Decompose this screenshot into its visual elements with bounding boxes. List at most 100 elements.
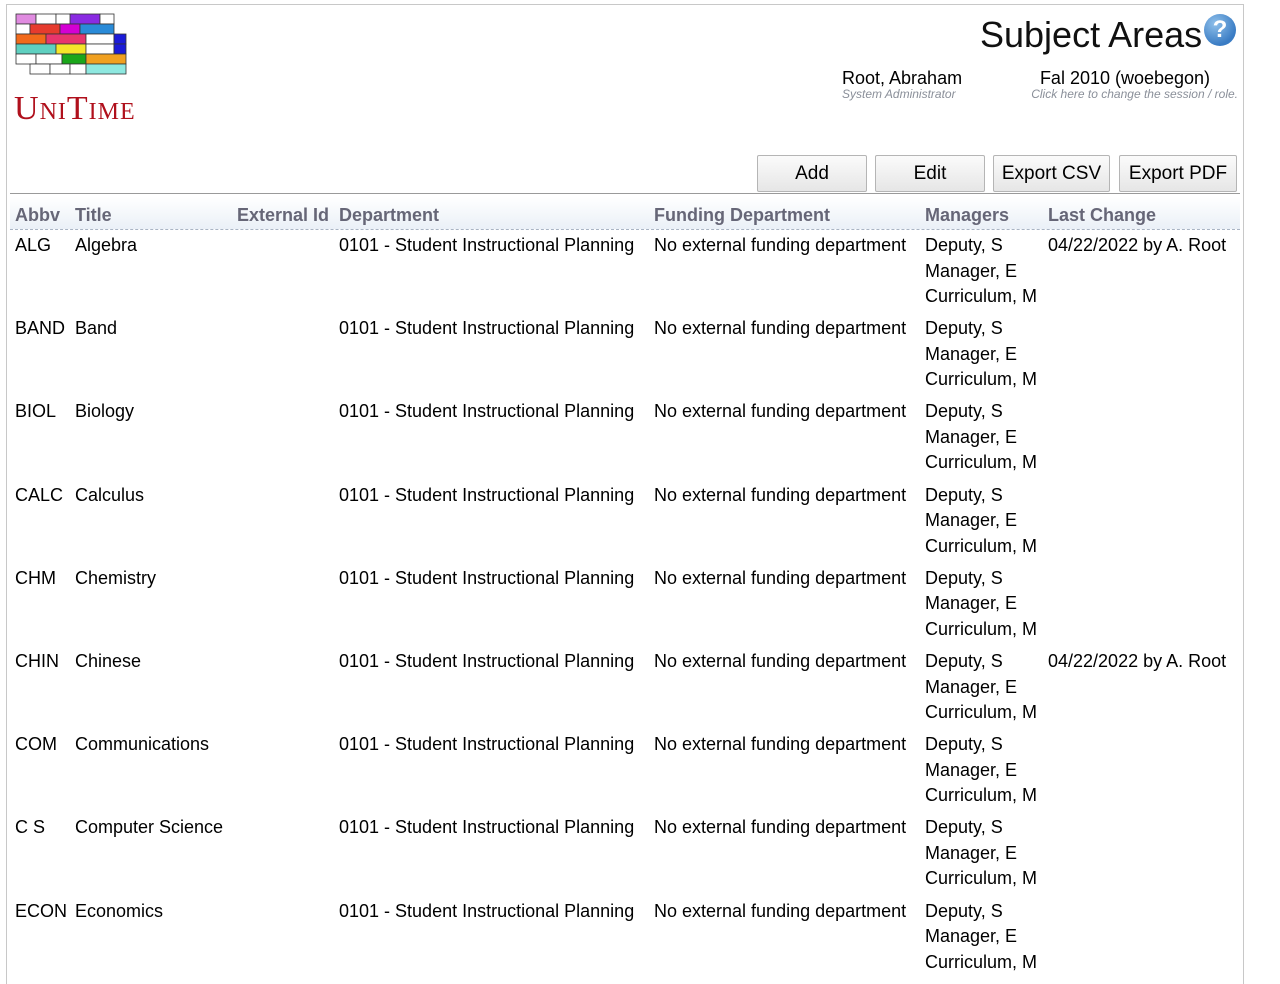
manager-name: Deputy, S [925,734,1003,755]
session-info[interactable]: Fal 2010 (woebegon) Click here to change… [1012,68,1238,101]
cell-department: 0101 - Student Instructional Planning [339,401,635,422]
cell-abbv: COM [15,734,57,755]
cell-department: 0101 - Student Instructional Planning [339,484,635,505]
cell-funding-department: No external funding department [654,734,907,755]
manager-name: Manager, E [925,676,1018,697]
manager-name: Manager, E [925,926,1018,947]
cell-managers: Deputy, S Manager, E Curriculum, M [925,899,1037,976]
cell-managers: Deputy, S Manager, E Curriculum, M [925,649,1037,726]
table-row[interactable]: COM Communications 0101 - Student Instruct… [0,734,1280,817]
manager-name: Deputy, S [925,401,1003,422]
table-row[interactable]: BAND Band 0101 - Student Instructional Pla… [0,318,1280,401]
cell-funding-department: No external funding department [654,484,907,505]
column-header-abbv[interactable]: Abbv [15,205,60,226]
manager-name: Curriculum, M [925,535,1038,556]
user-role: System Administrator [842,87,956,101]
logo-text: UNITIME [14,90,136,127]
cell-managers: Deputy, S Manager, E Curriculum, M [925,566,1037,643]
cell-title: Chemistry [75,567,157,588]
cell-managers: Deputy, S Manager, E Curriculum, M [925,233,1037,310]
session-name: Fal 2010 (woebegon) [1039,68,1211,88]
cell-abbv: C S [15,817,46,838]
cell-abbv: CALC [15,484,64,505]
cell-title: Algebra [75,235,138,255]
manager-name: Curriculum, M [925,702,1038,722]
cell-department: 0101 - Student Instructional Planning [339,900,635,921]
column-header-managers[interactable]: Managers [925,205,1009,226]
cell-abbv: CHM [15,567,56,588]
column-header-title[interactable]: Title [75,205,112,226]
table-row[interactable]: BIOL Biology 0101 - Student Instructional … [0,401,1280,484]
cell-funding-department: No external funding department [654,651,907,671]
cell-funding-department: No external funding department [654,817,907,838]
cell-department: 0101 - Student Instructional Planning [339,567,635,588]
cell-abbv: BAND [15,318,66,339]
cell-title: Economics [75,900,164,921]
cell-title: Biology [75,401,135,422]
cell-department: 0101 - Student Instructional Planning [339,651,635,671]
cell-funding-department: No external funding department [654,567,907,588]
manager-name: Deputy, S [925,235,1003,255]
column-header-last-change[interactable]: Last Change [1048,205,1156,226]
cell-last-change: 04/22/2022 by A. Root [1048,651,1227,671]
help-icon[interactable]: ? [1204,14,1236,46]
manager-name: Manager, E [925,759,1018,780]
manager-name: Manager, E [925,842,1018,863]
manager-name: Deputy, S [925,567,1003,588]
manager-name: Deputy, S [925,900,1003,921]
table-row[interactable]: CHM Chemistry 0101 - Student Instructional… [0,568,1280,651]
manager-name: Curriculum, M [925,286,1038,306]
table-row[interactable]: CHIN Chinese 0101 - Student Instructional … [0,651,1280,734]
manager-name: Deputy, S [925,817,1003,838]
cell-title: Band [75,318,118,339]
manager-name: Manager, E [925,260,1018,281]
cell-department: 0101 - Student Instructional Planning [339,817,635,838]
cell-department: 0101 - Student Instructional Planning [339,318,635,339]
cell-managers: Deputy, S Manager, E Curriculum, M [925,815,1037,892]
cell-abbv: BIOL [15,401,57,422]
column-header-department[interactable]: Department [339,205,439,226]
cell-title: Chinese [75,651,142,671]
user-name: Root, Abraham [842,68,963,88]
export-csv-button[interactable]: Export CSV [993,155,1110,192]
cell-managers: Deputy, S Manager, E Curriculum, M [925,399,1037,476]
cell-funding-department: No external funding department [654,318,907,339]
manager-name: Curriculum, M [925,618,1038,639]
cell-department: 0101 - Student Instructional Planning [339,734,635,755]
add-button[interactable]: Add [757,155,867,192]
cell-title: Calculus [75,484,145,505]
user-info[interactable]: Root, Abraham System Administrator [842,68,962,101]
toolbar-divider [10,193,1240,194]
manager-name: Curriculum, M [925,369,1038,390]
cell-last-change: 04/22/2022 by A. Root [1048,235,1227,255]
manager-name: Manager, E [925,593,1018,614]
manager-name: Curriculum, M [925,785,1038,806]
cell-funding-department: No external funding department [654,235,907,255]
manager-name: Manager, E [925,426,1018,447]
session-hint: Click here to change the session / role. [1031,87,1238,101]
cell-managers: Deputy, S Manager, E Curriculum, M [925,316,1037,393]
manager-name: Deputy, S [925,318,1003,339]
cell-abbv: ECON [15,900,68,921]
export-pdf-button[interactable]: Export PDF [1119,155,1237,192]
table-row[interactable]: ECON Economics 0101 - Student Instructiona… [0,901,1280,984]
cell-funding-department: No external funding department [654,900,907,921]
cell-department: 0101 - Student Instructional Planning [339,235,635,255]
cell-title: Communications [75,734,210,755]
table-row[interactable]: CALC Calculus 0101 - Student Instructional… [0,485,1280,568]
manager-name: Deputy, S [925,651,1003,671]
cell-managers: Deputy, S Manager, E Curriculum, M [925,732,1037,809]
column-header-external-id[interactable]: External Id [237,205,329,226]
edit-button[interactable]: Edit [875,155,985,192]
manager-name: Curriculum, M [925,452,1038,473]
manager-name: Manager, E [925,343,1018,364]
cell-abbv: CHIN [15,651,59,671]
manager-name: Curriculum, M [925,868,1038,889]
manager-name: Manager, E [925,510,1018,531]
table-row[interactable]: ALG Algebra 0101 - Student Instructional P… [0,235,1280,318]
column-header-funding-department[interactable]: Funding Department [654,205,830,226]
cell-title: Computer Science [75,817,224,838]
cell-managers: Deputy, S Manager, E Curriculum, M [925,483,1037,560]
page-title: Subject Areas [980,14,1203,55]
table-row[interactable]: C S Computer Science 0101 - Student Instru… [0,817,1280,900]
